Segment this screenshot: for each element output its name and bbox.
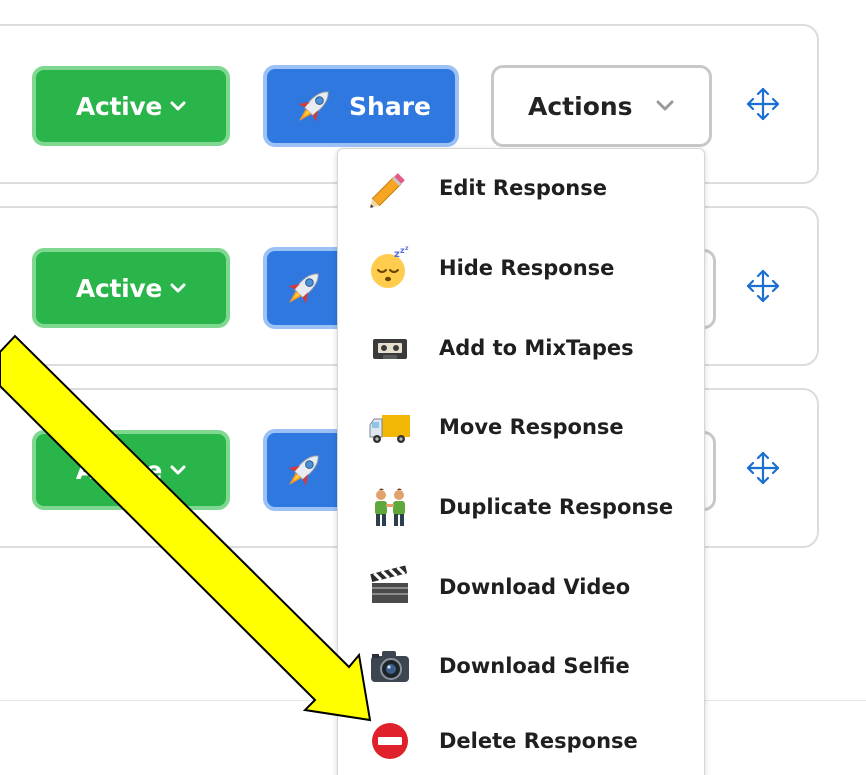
move-handle-icon[interactable] — [746, 269, 780, 303]
svg-text:z: z — [405, 246, 409, 252]
menu-item-add-to-mixtapes[interactable]: Add to MixTapes — [338, 312, 704, 384]
menu-item-label: Duplicate Response — [439, 495, 674, 519]
rocket-icon — [288, 273, 319, 304]
menu-item-hide-response[interactable]: z z z Hide Response — [338, 232, 704, 304]
menu-item-edit-response[interactable]: Edit Response — [338, 152, 704, 224]
menu-item-label: Hide Response — [439, 256, 615, 280]
chevron-down-icon — [656, 100, 674, 111]
chevron-down-icon — [170, 465, 186, 475]
menu-item-label: Move Response — [439, 415, 624, 439]
page: Active Share Actions Active Active Edit … — [0, 0, 866, 775]
status-dropdown-button[interactable]: Active — [32, 66, 230, 146]
chevron-down-icon — [170, 101, 186, 111]
menu-item-label: Download Selfie — [439, 654, 630, 678]
chevron-down-icon — [170, 283, 186, 293]
menu-item-label: Add to MixTapes — [439, 336, 634, 360]
status-label: Active — [75, 91, 163, 121]
rocket-icon — [298, 91, 329, 122]
delivery-truck-icon — [369, 415, 410, 443]
cassette-tape-icon — [373, 339, 407, 359]
actions-dropdown-button[interactable]: Actions — [491, 65, 712, 147]
menu-item-download-selfie[interactable]: Download Selfie — [338, 630, 704, 702]
status-label: Active — [75, 455, 163, 485]
share-label: Share — [349, 91, 431, 121]
pencil-icon — [370, 173, 405, 208]
clapper-board-icon — [370, 565, 408, 603]
no-entry-icon — [372, 723, 408, 759]
status-dropdown-button[interactable]: Active — [32, 430, 230, 510]
rocket-icon — [288, 455, 319, 486]
menu-item-label: Edit Response — [439, 176, 607, 200]
sleeping-face-icon: z z z — [371, 246, 409, 288]
actions-label: Actions — [528, 91, 633, 121]
menu-item-duplicate-response[interactable]: Duplicate Response — [338, 471, 704, 543]
menu-item-download-video[interactable]: Download Video — [338, 551, 704, 623]
menu-item-move-response[interactable]: Move Response — [338, 391, 704, 463]
camera-icon — [371, 651, 409, 682]
status-dropdown-button[interactable]: Active — [32, 248, 230, 328]
move-handle-icon[interactable] — [746, 451, 780, 485]
share-button[interactable]: Share — [263, 65, 459, 147]
menu-item-delete-response[interactable]: Delete Response — [338, 705, 704, 775]
two-people-icon — [375, 488, 405, 526]
status-label: Active — [75, 273, 163, 303]
actions-menu: Edit Response z z z Hide Response Add to… — [337, 148, 705, 775]
menu-item-label: Delete Response — [439, 729, 638, 753]
menu-item-label: Download Video — [439, 575, 631, 599]
move-handle-icon[interactable] — [746, 87, 780, 121]
